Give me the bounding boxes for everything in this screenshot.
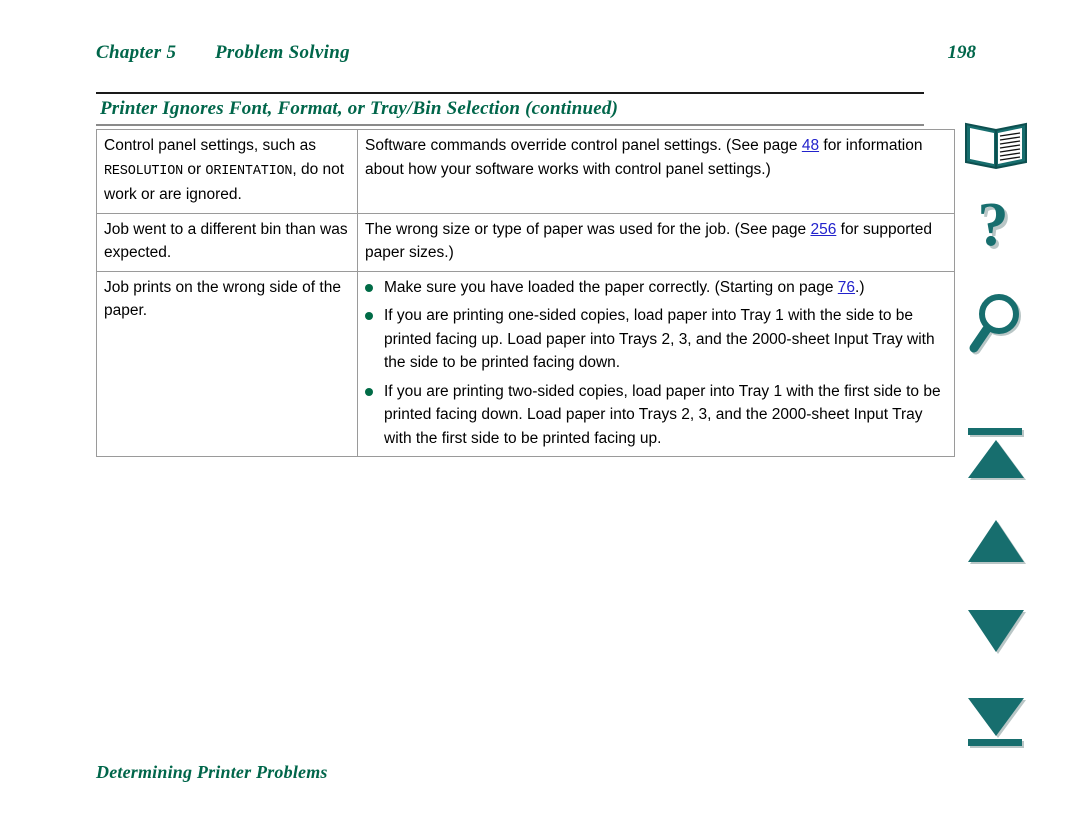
page-number: 198: [947, 42, 977, 63]
bullet-dot-icon: [365, 283, 373, 292]
troubleshooting-table-block: Printer Ignores Font, Format, or Tray/Bi…: [96, 92, 955, 457]
cause-text-mid: or: [183, 160, 206, 178]
chapter-label: Chapter 5: [96, 42, 177, 63]
chapter-title: Problem Solving: [215, 42, 350, 63]
previous-page-icon: [968, 520, 1026, 564]
cause-cell: Job prints on the wrong side of the pape…: [96, 270, 358, 457]
contents-button[interactable]: [948, 114, 1044, 174]
footer-section-title: Determining Printer Problems: [96, 762, 328, 782]
troubleshooting-table: Control panel settings, such as RESOLUTI…: [96, 129, 955, 457]
search-button[interactable]: [948, 290, 1044, 362]
list-item: If you are printing two-sided copies, lo…: [365, 380, 947, 451]
cause-setting-orientation: ORIENTATION: [205, 163, 293, 179]
bullet-dot-icon: [365, 387, 373, 396]
first-page-icon: [968, 428, 1026, 480]
list-item: Make sure you have loaded the paper corr…: [365, 276, 947, 300]
table-row: Job prints on the wrong side of the pape…: [96, 270, 955, 457]
list-item: If you are printing one-sided copies, lo…: [365, 304, 947, 375]
svg-text:?: ?: [978, 198, 1009, 259]
question-mark-icon: ? ?: [978, 191, 1012, 262]
cause-text-prefix: Control panel settings, such as: [104, 137, 316, 154]
solution-text-prefix: The wrong size or type of paper was used…: [365, 220, 811, 238]
open-book-icon: [965, 122, 1027, 170]
help-button[interactable]: ? ?: [948, 191, 1044, 268]
magnifying-glass-icon: [969, 294, 1021, 355]
last-page-icon: [968, 698, 1026, 748]
page-reference-link[interactable]: 48: [802, 137, 819, 154]
next-page-icon: [968, 610, 1026, 654]
navigation-rail: ? ?: [948, 106, 1044, 786]
solution-cell: Make sure you have loaded the paper corr…: [357, 270, 955, 457]
page-reference-link[interactable]: 256: [810, 221, 836, 238]
cause-setting-resolution: RESOLUTION: [104, 163, 184, 179]
bullet-text-suffix: .): [855, 278, 865, 296]
solution-cell: The wrong size or type of paper was used…: [357, 212, 955, 272]
first-page-button[interactable]: [948, 424, 1044, 486]
next-page-button[interactable]: [948, 604, 1044, 660]
bullet-text: If you are printing two-sided copies, lo…: [384, 382, 941, 447]
table-row: Job went to a different bin than was exp…: [96, 212, 955, 272]
solution-bullet-list: Make sure you have loaded the paper corr…: [365, 276, 947, 451]
page-reference-link[interactable]: 76: [838, 279, 855, 296]
bullet-text: If you are printing one-sided copies, lo…: [384, 307, 935, 371]
solution-cell: Software commands override control panel…: [357, 129, 955, 214]
last-page-button[interactable]: [948, 692, 1044, 756]
previous-page-button[interactable]: [948, 516, 1044, 572]
table-row: Control panel settings, such as RESOLUTI…: [96, 129, 955, 214]
cause-cell: Control panel settings, such as RESOLUTI…: [96, 129, 358, 214]
table-title: Printer Ignores Font, Format, or Tray/Bi…: [100, 98, 619, 119]
page-header: Chapter 5 Problem Solving 198: [96, 42, 976, 70]
cause-cell: Job went to a different bin than was exp…: [96, 212, 358, 272]
bullet-text-prefix: Make sure you have loaded the paper corr…: [384, 278, 838, 296]
rule-below-title: [96, 124, 924, 126]
bullet-dot-icon: [365, 312, 373, 320]
solution-text-prefix: Software commands override control panel…: [365, 137, 802, 154]
